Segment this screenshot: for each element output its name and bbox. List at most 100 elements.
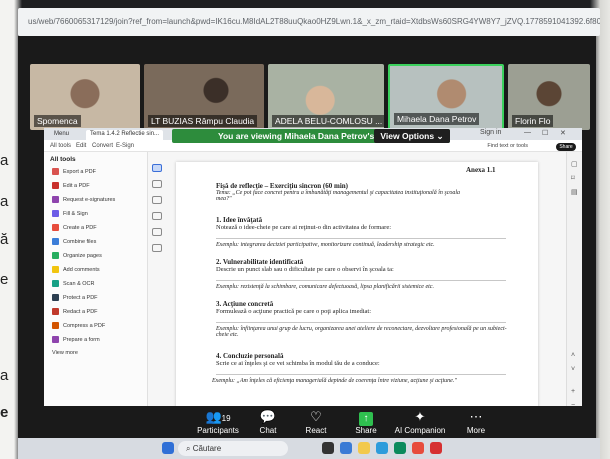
tool-item[interactable]: Combine files	[52, 238, 96, 245]
share-label: Share	[355, 426, 377, 435]
zoom-app-icon[interactable]	[376, 442, 388, 454]
page-up-icon[interactable]: ˄	[571, 352, 575, 359]
right-sidebar: ▢ ⌑ ▤ ˄ ˅ + −	[566, 152, 582, 414]
edit-pdf-icon	[52, 182, 59, 189]
tab-document[interactable]: Tema 1.4.2 Reflectie sin...	[86, 130, 164, 140]
section-text: Descrie un punct slab sau o dificultate …	[216, 266, 394, 273]
tool-item[interactable]: Prepare a form	[52, 336, 100, 343]
maximize-icon[interactable]: ☐	[542, 129, 548, 137]
zoom-in-icon[interactable]: +	[571, 388, 575, 395]
sign-in-link[interactable]: Sign in	[480, 129, 501, 136]
answer-line[interactable]	[216, 322, 506, 323]
view-more-link[interactable]: View more	[52, 350, 78, 356]
create-pdf-icon	[52, 224, 59, 231]
more-button[interactable]: ⋯ More	[446, 408, 506, 435]
share-icon: ↑	[336, 408, 396, 426]
doc-anexa: Anexa 1.1	[466, 166, 496, 174]
section-example: Exemplu: rezistenţă la schimbare, comuni…	[216, 284, 434, 290]
windows-taskbar: ⌕ Căutare	[18, 438, 600, 459]
tools-header: All tools	[50, 156, 76, 163]
more-icon: ⋯	[469, 409, 483, 424]
bookmark-icon[interactable]: ⌑	[571, 174, 575, 182]
participant-tile[interactable]: ADELA BELU-COMLOSU ...	[268, 64, 384, 130]
tool-item[interactable]: Export a PDF	[52, 168, 96, 175]
edge-letter: e	[0, 271, 9, 288]
scan-icon	[52, 280, 59, 287]
answer-line[interactable]	[216, 374, 506, 375]
meeting-toolbar: 👥19 Participants 💬 Chat ♡ React ↑ Share …	[18, 406, 596, 438]
section-example: Exemplu: integrarea deciziei participati…	[216, 242, 435, 248]
edge-browser-icon[interactable]	[394, 442, 406, 454]
tool-item[interactable]: Protect a PDF	[52, 294, 98, 301]
section-title: 2. Vulnerabilitate identificată	[216, 258, 304, 266]
menu-esign[interactable]: E-Sign	[116, 143, 134, 149]
share-button[interactable]: ↑ Share	[336, 408, 396, 435]
tool-item[interactable]: Redact a PDF	[52, 308, 98, 315]
tool-item[interactable]: Edit a PDF	[52, 182, 90, 189]
fill-sign-icon	[52, 210, 59, 217]
tab-menu[interactable]: Menu	[50, 130, 74, 140]
minimize-icon[interactable]: —	[524, 129, 531, 136]
answer-line[interactable]	[216, 238, 506, 239]
browser-address-bar[interactable]: us/web/7660065317129/join?ref_from=launc…	[18, 8, 600, 36]
edge-letter: a	[0, 193, 9, 210]
pen-tool-icon[interactable]	[152, 196, 162, 204]
compress-icon	[52, 322, 59, 329]
section-example: Exemplu: înfiinţarea unui grup de lucru,…	[216, 326, 507, 338]
participant-name: Mihaela Dana Petrov	[394, 113, 480, 125]
tool-item[interactable]: Organize pages	[52, 252, 102, 259]
chrome-icon[interactable]	[412, 442, 424, 454]
acrobat-icon[interactable]	[430, 442, 442, 454]
section-example: Exemplu: „Am înţeles că eficienţa manage…	[212, 378, 457, 384]
participant-name: Florin Flo	[512, 115, 554, 127]
lasso-tool-icon[interactable]	[152, 212, 162, 220]
participant-tile[interactable]: Spomenca	[30, 64, 140, 130]
tool-item[interactable]: Compress a PDF	[52, 322, 105, 329]
view-options-button[interactable]: View Options ⌄	[374, 129, 450, 143]
pages-icon[interactable]: ▤	[571, 188, 578, 196]
ai-label: AI Companion	[394, 426, 446, 435]
answer-line[interactable]	[216, 280, 506, 281]
text-tool-icon[interactable]	[152, 228, 162, 236]
tool-item[interactable]: Create a PDF	[52, 224, 97, 231]
edge-letter: e	[0, 404, 9, 421]
participant-name: Spomenca	[34, 115, 81, 127]
section-text: Notează o idee-cheie pe care ai reţinut-…	[216, 224, 392, 231]
find-input[interactable]: Find text or tools	[487, 143, 528, 149]
tool-item[interactable]: Scan & OCR	[52, 280, 94, 287]
share-doc-button[interactable]: Share	[556, 143, 576, 151]
section-title: 1. Idee învăţată	[216, 216, 263, 224]
select-tool-icon[interactable]	[152, 164, 162, 172]
page-down-icon[interactable]: ˅	[571, 366, 575, 373]
esign-icon	[52, 196, 59, 203]
section-title: 4. Concluzie personală	[216, 352, 284, 360]
menu-convert[interactable]: Convert	[92, 143, 113, 149]
participant-tile-active[interactable]: Mihaela Dana Petrov	[388, 64, 504, 130]
tool-item[interactable]: Request e-signatures	[52, 196, 115, 203]
close-icon[interactable]: ✕	[560, 129, 566, 137]
participant-tile[interactable]: LT BUZIAS Râmpu Claudia	[144, 64, 264, 130]
task-view-icon[interactable]	[322, 442, 334, 454]
comment-icon[interactable]: ▢	[571, 160, 578, 168]
comment-icon	[52, 266, 59, 273]
windows-start-icon[interactable]	[162, 442, 174, 454]
tool-item[interactable]: Fill & Sign	[52, 210, 88, 217]
stamp-tool-icon[interactable]	[152, 244, 162, 252]
combine-icon	[52, 238, 59, 245]
edge-letter: a	[0, 367, 9, 384]
participant-tile[interactable]: Florin Flo	[508, 64, 590, 130]
tool-item[interactable]: Add comments	[52, 266, 100, 273]
ai-companion-button[interactable]: ✦ AI Companion	[390, 408, 450, 435]
comment-tool-icon[interactable]	[152, 180, 162, 188]
participant-strip: Spomenca LT BUZIAS Râmpu Claudia ADELA B…	[30, 64, 590, 130]
organize-icon	[52, 252, 59, 259]
menu-edit[interactable]: Edit	[76, 143, 86, 149]
protect-icon	[52, 294, 59, 301]
sparkle-icon: ✦	[414, 409, 426, 424]
file-explorer-icon[interactable]	[358, 442, 370, 454]
section-text: Scrie ce ai înţeles şi ce vei schimba în…	[216, 360, 380, 367]
taskbar-search[interactable]: ⌕ Căutare	[178, 441, 288, 456]
menu-all-tools[interactable]: All tools	[50, 143, 71, 149]
edge-letter: ă	[0, 231, 9, 248]
app-icon[interactable]	[340, 442, 352, 454]
